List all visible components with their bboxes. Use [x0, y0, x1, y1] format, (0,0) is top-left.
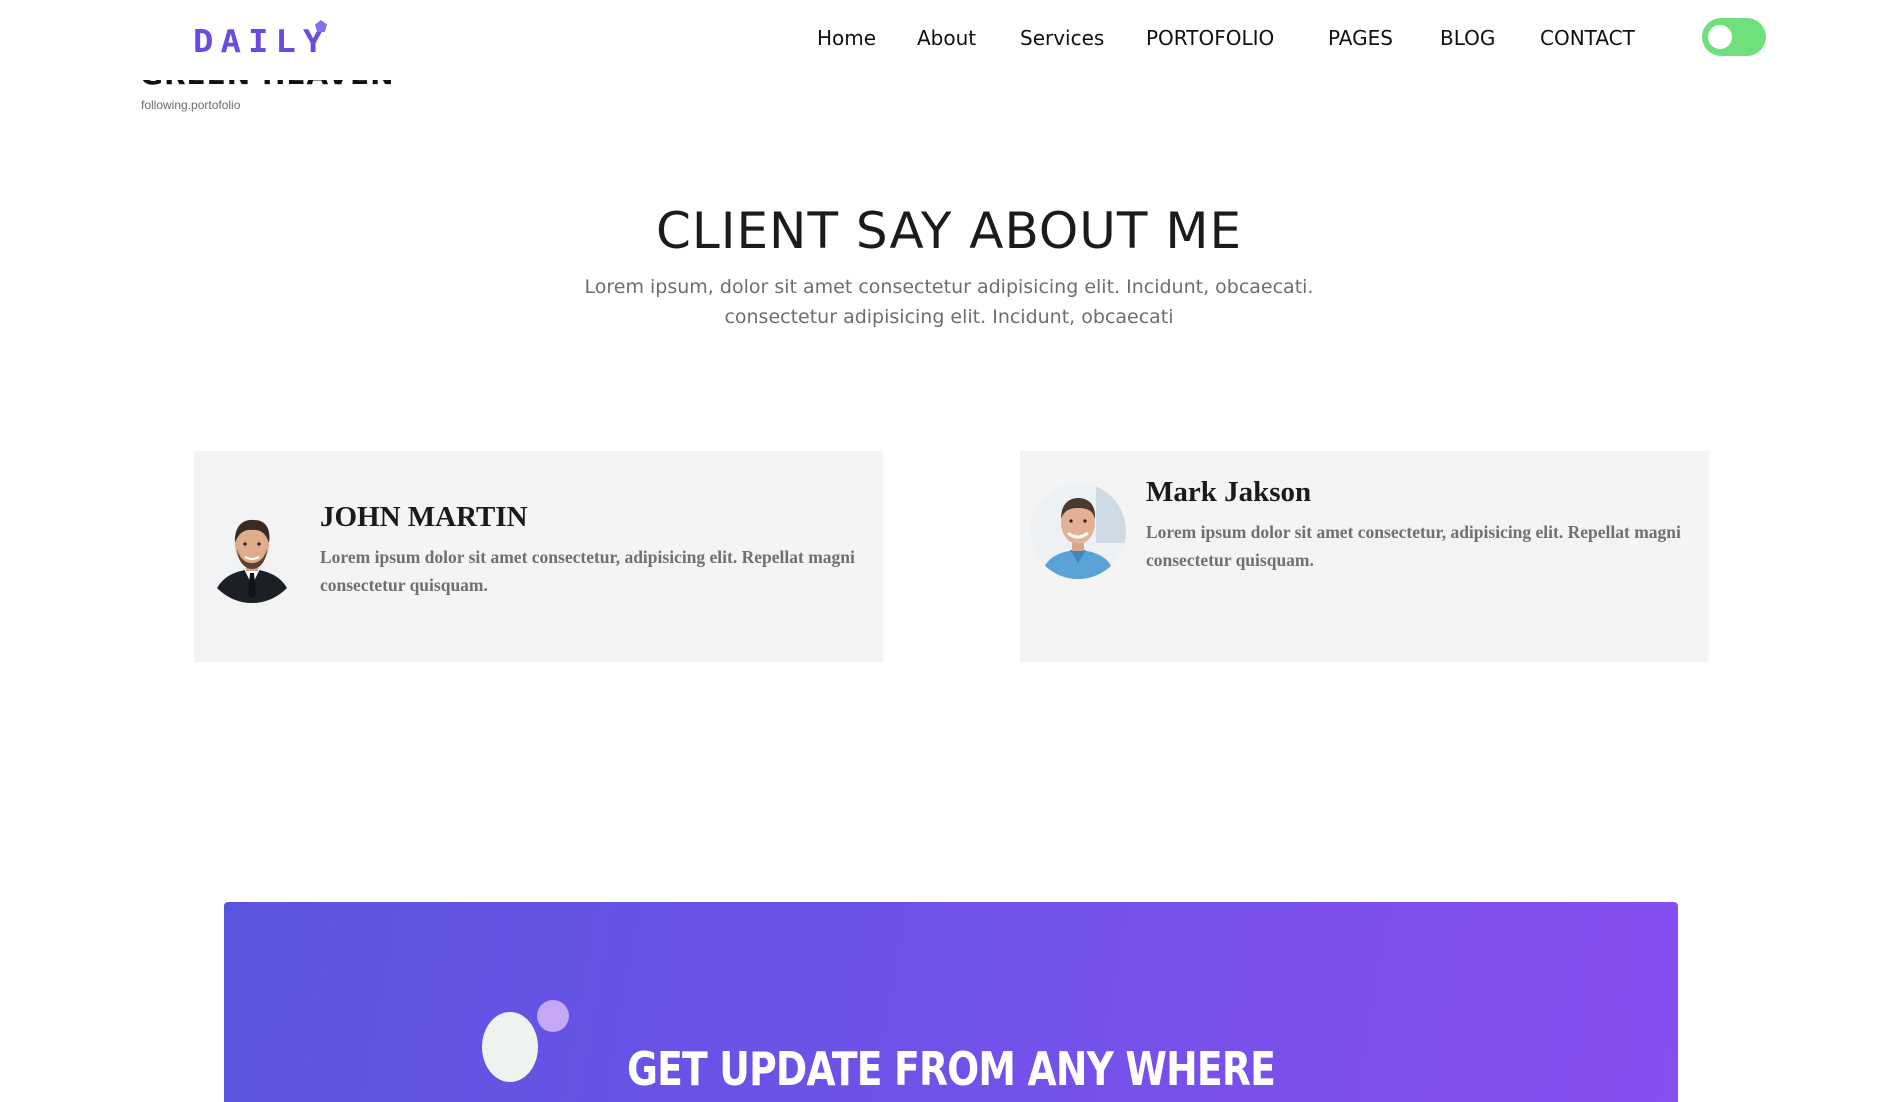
theme-toggle[interactable]	[1702, 18, 1766, 56]
newsletter-title: GET UPDATE FROM ANY WHERE	[626, 1042, 1276, 1096]
decorative-bubble	[537, 1000, 569, 1032]
newsletter-banner: GET UPDATE FROM ANY WHERE	[224, 902, 1678, 1102]
section-subtitle-line-2: consectetur adipisicing elit. Incidunt, …	[724, 306, 1174, 328]
testimonial-name: JOHN MARTIN	[320, 501, 528, 533]
man-in-suit-avatar	[204, 507, 300, 603]
man-in-blue-shirt-avatar	[1030, 483, 1126, 579]
nav-services[interactable]: Services	[1020, 26, 1104, 50]
portfolio-item-subtitle: following.portofolio	[141, 98, 241, 112]
nav-contact[interactable]: CONTACT	[1540, 26, 1635, 50]
toggle-knob	[1708, 25, 1732, 49]
testimonial-card: Mark Jakson Lorem ipsum dolor sit amet c…	[1020, 451, 1709, 662]
logo-dot-icon	[315, 20, 327, 32]
nav-blog[interactable]: BLOG	[1440, 26, 1495, 50]
testimonial-card: JOHN MARTIN Lorem ipsum dolor sit amet c…	[194, 451, 883, 662]
nav-portofolio[interactable]: PORTOFOLIO	[1146, 26, 1274, 50]
section-title: CLIENT SAY ABOUT ME	[655, 202, 1243, 260]
testimonial-text: Lorem ipsum dolor sit amet consectetur, …	[320, 547, 855, 595]
section-subtitle-line-1: Lorem ipsum, dolor sit amet consectetur …	[584, 276, 1314, 298]
testimonial-name: Mark Jakson	[1146, 476, 1312, 508]
testimonial-text: Lorem ipsum dolor sit amet consectetur, …	[1146, 522, 1681, 570]
nav-about[interactable]: About	[917, 26, 976, 50]
site-header: DAILY Home About Services PORTOFOLIO PAG…	[0, 0, 1898, 80]
nav-pages[interactable]: PAGES	[1328, 26, 1393, 50]
nav-home[interactable]: Home	[817, 26, 876, 50]
site-logo[interactable]: DAILY	[193, 24, 330, 61]
section-subtitle: Lorem ipsum, dolor sit amet consectetur …	[549, 272, 1349, 332]
